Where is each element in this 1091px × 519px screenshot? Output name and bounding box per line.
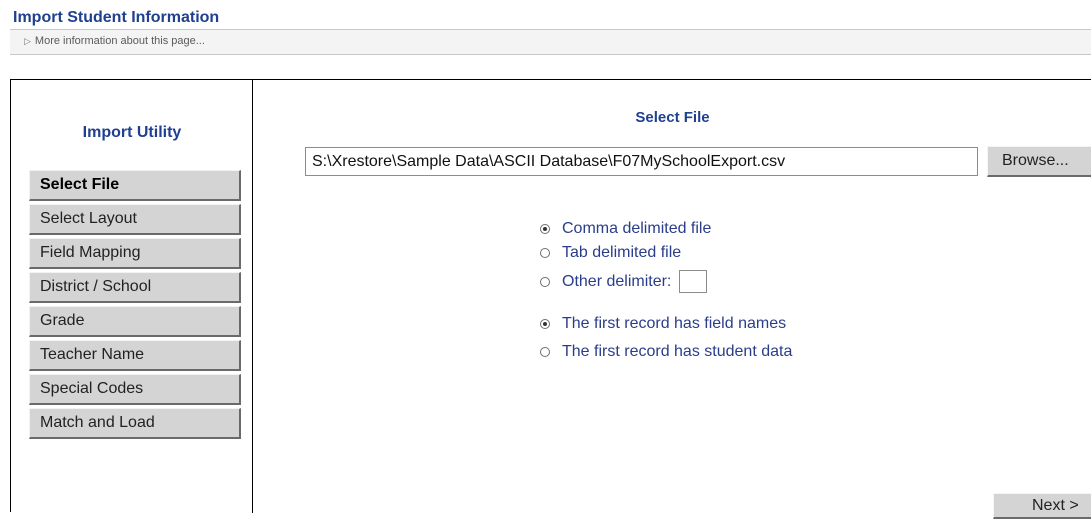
tab-delimited-label: Tab delimited file [562, 244, 682, 261]
sidebar-nav: Select File Select Layout Field Mapping … [29, 170, 241, 442]
section-title: Select File [635, 109, 710, 126]
import-panel: Import Utility Select File Select Layout… [10, 79, 1091, 519]
sidebar-item-special-codes[interactable]: Special Codes [29, 374, 241, 405]
tab-delimited-option[interactable]: Tab delimited file [540, 244, 681, 262]
student-data-label: The first record has student data [562, 343, 793, 360]
field-names-option[interactable]: The first record has field names [540, 315, 786, 333]
sidebar-title: Import Utility [82, 124, 182, 141]
comma-delimited-option[interactable]: Comma delimited file [540, 220, 711, 238]
sidebar-item-match-and-load[interactable]: Match and Load [29, 408, 241, 439]
radio-tab[interactable] [540, 248, 550, 258]
more-info-label: More information about this page... [34, 35, 205, 47]
sidebar-item-district-school[interactable]: District / School [29, 272, 241, 303]
other-delimiter-label: Other delimiter: [562, 272, 672, 290]
expand-triangle-icon: ▷ [24, 36, 31, 46]
student-data-option[interactable]: The first record has student data [540, 343, 792, 361]
sidebar-item-teacher-name[interactable]: Teacher Name [29, 340, 241, 371]
sidebar-item-field-mapping[interactable]: Field Mapping [29, 238, 241, 269]
browse-button[interactable]: Browse... [987, 146, 1091, 177]
page-title: Import Student Information [10, 7, 1091, 29]
more-info-link[interactable]: ▷ More information about this page... [10, 29, 1091, 55]
file-path-input[interactable] [305, 147, 978, 176]
sidebar-item-grade[interactable]: Grade [29, 306, 241, 337]
other-delimiter-option[interactable]: Other delimiter: [540, 270, 708, 293]
sidebar: Import Utility Select File Select Layout… [11, 80, 253, 513]
next-button[interactable]: Next > [993, 493, 1091, 519]
sidebar-item-select-file[interactable]: Select File [29, 170, 241, 201]
field-names-label: The first record has field names [562, 315, 787, 332]
radio-student-data[interactable] [540, 347, 550, 357]
radio-comma[interactable] [540, 224, 550, 234]
sidebar-item-select-layout[interactable]: Select Layout [29, 204, 241, 235]
radio-other[interactable] [540, 276, 550, 287]
radio-field-names[interactable] [540, 319, 550, 329]
other-delimiter-input[interactable] [679, 270, 708, 293]
comma-delimited-label: Comma delimited file [562, 220, 712, 237]
